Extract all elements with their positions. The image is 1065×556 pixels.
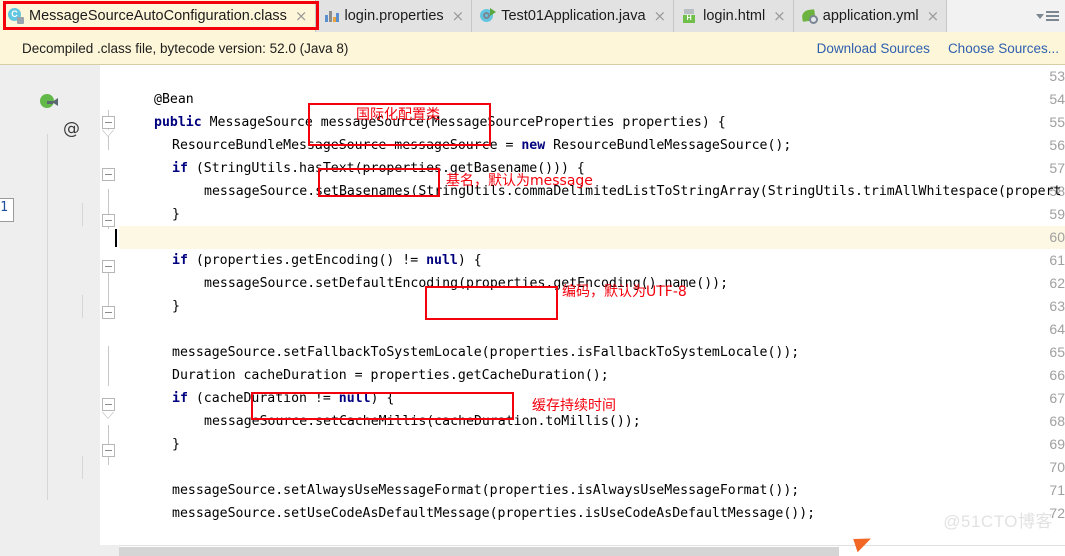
tab-application-yml[interactable]: application.yml × (793, 0, 948, 32)
annotation-at-icon[interactable]: @ (63, 121, 80, 138)
tab-MessageSourceAutoConfiguration-class[interactable]: C MessageSourceAutoConfiguration.class × (0, 0, 316, 32)
annotation-label-cache-duration: 缓存持续时间 (532, 398, 616, 414)
code-line: if (cacheDuration != null) { (119, 387, 394, 410)
tab-label: application.yml (822, 8, 919, 24)
java-class-icon: C (8, 8, 24, 24)
choose-sources-link[interactable]: Choose Sources... (948, 41, 1059, 56)
code-text: ) { (370, 391, 395, 406)
notification-message: Decompiled .class file, bytecode version… (22, 40, 349, 56)
tab-list-menu-button[interactable] (1036, 11, 1059, 21)
java-runnable-class-icon (480, 8, 497, 24)
code-line: @Bean (154, 92, 194, 107)
tab-label: login.properties (344, 8, 444, 24)
fold-region-end-icon (102, 412, 115, 419)
code-keyword: public (154, 115, 202, 130)
tab-label: MessageSourceAutoConfiguration.class (29, 8, 287, 24)
code-text: MessageSource messageSource(MessageSourc… (201, 115, 726, 130)
tab-label: Test01Application.java (501, 8, 646, 24)
fold-toggle-line-59[interactable] (102, 214, 115, 227)
tab-close-icon[interactable]: × (295, 8, 308, 24)
code-line: } (172, 299, 180, 314)
tab-bar-empty-space (947, 0, 1065, 32)
spring-yml-file-icon (801, 8, 818, 24)
code-text: (properties.getEncoding() != (187, 253, 427, 268)
fold-region-end-icon (102, 130, 115, 137)
horizontal-scrollbar[interactable] (119, 545, 1065, 556)
tab-close-icon[interactable]: × (654, 8, 667, 24)
fold-toggle-line-67[interactable] (102, 398, 115, 411)
tab-label: login.html (703, 8, 766, 24)
tab-close-icon[interactable]: × (927, 8, 940, 24)
download-sources-link[interactable]: Download Sources (817, 41, 930, 56)
tab-close-icon[interactable]: × (452, 8, 465, 24)
chevron-down-icon (1036, 13, 1044, 19)
code-text: ResourceBundleMessageSource(); (545, 138, 792, 153)
fold-toggle-line-61[interactable] (102, 260, 115, 273)
code-line: messageSource.setFallbackToSystemLocale(… (172, 345, 800, 360)
decompiled-class-notification-bar: Decompiled .class file, bytecode version… (0, 32, 1065, 65)
code-line: } (172, 437, 180, 452)
bean-override-icon[interactable] (40, 94, 58, 110)
code-folding-rail[interactable] (100, 65, 119, 556)
text-caret (115, 229, 117, 247)
code-text: ) { (457, 253, 482, 268)
properties-file-icon (324, 8, 340, 24)
tab-list-menu-icon (1046, 11, 1059, 21)
code-editor[interactable]: @ 53 54 55 56 57 58 59 60 61 62 63 64 65… (0, 65, 1065, 556)
tab-login-properties[interactable]: login.properties × (315, 0, 473, 32)
code-text-layer[interactable]: @Bean public MessageSource messageSource… (119, 65, 1065, 556)
notification-actions: Download Sources Choose Sources... (817, 41, 1059, 56)
code-line: messageSource.setUseCodeAsDefaultMessage… (172, 506, 816, 521)
code-keyword: if (172, 391, 188, 406)
tab-login-html[interactable]: H login.html × (674, 0, 794, 32)
code-text: ResourceBundleMessageSource messageSourc… (172, 138, 522, 153)
html-file-icon: H (682, 8, 698, 24)
editor-gutter[interactable] (0, 65, 100, 556)
code-keyword: new (521, 138, 546, 153)
fold-toggle-line-69[interactable] (102, 444, 115, 457)
code-line: Duration cacheDuration = properties.getC… (172, 368, 609, 383)
watermark: @51CTO博客 (943, 512, 1053, 531)
annotation-label-i18n-config-class: 国际化配置类 (356, 107, 440, 123)
code-keyword: null (338, 391, 371, 406)
editor-tab-bar: C MessageSourceAutoConfiguration.class ×… (0, 0, 1065, 32)
code-keyword: if (172, 161, 188, 176)
code-line: if (properties.getEncoding() != null) { (119, 249, 482, 272)
fold-toggle-line-55[interactable] (102, 116, 115, 129)
fold-toggle-line-63[interactable] (102, 306, 115, 319)
tab-Test01Application-java[interactable]: Test01Application.java × (472, 0, 675, 32)
left-edge-marker[interactable]: 1 (0, 198, 14, 222)
annotation-label-basename: 基名，默认为message (446, 173, 593, 189)
ide-editor-window: C MessageSourceAutoConfiguration.class ×… (0, 0, 1065, 556)
code-text: (cacheDuration != (187, 391, 339, 406)
code-line: ResourceBundleMessageSource messageSourc… (119, 134, 791, 157)
code-keyword: null (426, 253, 458, 268)
fold-toggle-line-57[interactable] (102, 168, 115, 181)
gutter-bottom-filler (0, 545, 119, 556)
annotation-label-encoding: 编码，默认为UTF-8 (562, 284, 687, 300)
tab-close-icon[interactable]: × (773, 8, 786, 24)
code-line: } (172, 207, 180, 222)
code-keyword: if (172, 253, 188, 268)
horizontal-scrollbar-thumb[interactable] (119, 547, 839, 556)
code-line: messageSource.setAlwaysUseMessageFormat(… (172, 483, 800, 498)
